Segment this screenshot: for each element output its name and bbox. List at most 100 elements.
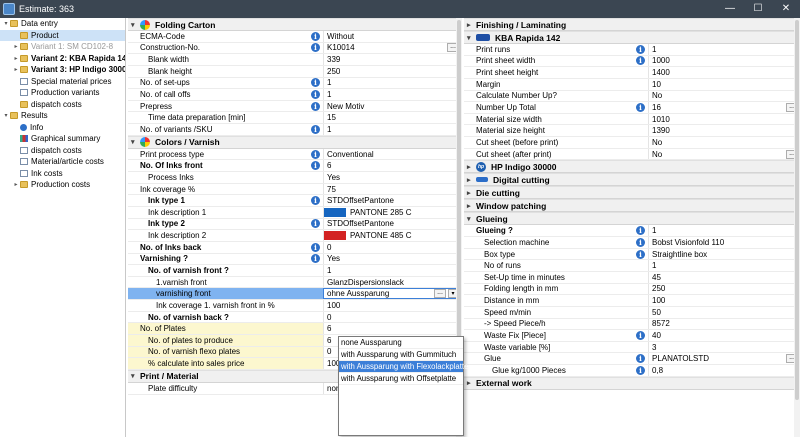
property-row[interactable]: Ink coverage 1. varnish front in % 100 [128, 300, 461, 312]
info-icon[interactable]: i [311, 196, 320, 206]
property-row[interactable]: Folding length in mm 250 [464, 283, 800, 296]
property-value[interactable]: 45 [648, 271, 800, 283]
property-value[interactable]: 1 [648, 44, 800, 55]
property-row[interactable]: varnishing front ohne Aussparung... ▾ [128, 288, 461, 301]
property-row[interactable]: Blank width 339 [128, 54, 461, 66]
property-row[interactable]: Process Inks Yes [128, 172, 461, 184]
property-value[interactable]: Bobst Visionfold 110 [648, 237, 800, 248]
tree-item[interactable]: Special material prices [0, 76, 125, 88]
property-row[interactable]: Selection machine i Bobst Visionfold 110 [464, 237, 800, 249]
property-value[interactable]: No... [648, 148, 800, 160]
property-value[interactable]: 339 [323, 54, 461, 65]
property-value[interactable]: New Motiv [323, 100, 461, 112]
property-row[interactable]: Print sheet width i 1000 [464, 55, 800, 68]
property-value[interactable]: 1390 [648, 125, 800, 137]
property-row[interactable]: No. of varnish back ? 0 [128, 311, 461, 324]
property-value[interactable]: 1 [648, 225, 800, 237]
right-scrollbar[interactable] [794, 18, 800, 437]
expand-toggle-icon[interactable]: ▾ [2, 112, 10, 119]
info-icon[interactable]: i [311, 254, 320, 264]
tree-item[interactable]: Production variants [0, 87, 125, 99]
tree-item[interactable]: ▾ Results [0, 110, 125, 122]
collapse-icon[interactable]: ▾ [467, 34, 476, 42]
varnishing-front-dropdown-list[interactable]: none Aussparung with Aussparung with Gumm… [338, 336, 468, 436]
property-row[interactable]: Time data preparation [min] 15 [128, 112, 461, 125]
property-value[interactable]: 40 [648, 330, 800, 341]
expand-icon[interactable]: ▸ [467, 163, 476, 171]
property-value[interactable]: No [648, 90, 800, 102]
property-value[interactable]: Without [323, 31, 461, 42]
info-icon[interactable]: i [311, 219, 320, 229]
property-value[interactable]: 6 [323, 323, 461, 335]
property-row[interactable]: -> Speed Piece/h 8572 [464, 318, 800, 331]
property-row[interactable]: Box type i Straightline box [464, 248, 800, 261]
property-row[interactable]: 1.varnish front GlanzDispersionslack [128, 276, 461, 289]
property-value[interactable]: 250 [648, 283, 800, 295]
dropdown-option[interactable]: with Aussparung with Flexolackplatte [339, 361, 468, 373]
collapse-icon[interactable]: ▾ [131, 21, 140, 29]
tree-item[interactable]: Ink costs [0, 168, 125, 180]
property-row[interactable]: Cut sheet (before print) No [464, 137, 800, 149]
property-row[interactable]: Waste variable [%] 3 [464, 341, 800, 354]
property-value[interactable]: 100 [323, 300, 461, 311]
info-icon[interactable]: i [636, 56, 645, 66]
property-value[interactable]: Straightline box [648, 248, 800, 260]
section-header[interactable]: ▾ Folding Carton [128, 18, 461, 31]
maximize-button[interactable]: ☐ [744, 0, 772, 18]
tree-item[interactable]: dispatch costs [0, 99, 125, 111]
property-value[interactable]: 1400 [648, 67, 800, 78]
property-row[interactable]: Glueing ? i 1 [464, 225, 800, 238]
property-row[interactable]: Print process type i Conventional [128, 148, 461, 161]
property-value[interactable]: STDOffsetPantone [323, 195, 461, 206]
section-header[interactable]: ▸ Die cutting [464, 186, 800, 200]
expand-icon[interactable]: ▸ [467, 189, 476, 197]
info-icon[interactable]: i [311, 43, 320, 53]
ellipsis-button[interactable]: ... [434, 289, 446, 299]
property-value[interactable]: 3 [648, 341, 800, 353]
property-value[interactable]: 6 [323, 160, 461, 172]
property-value[interactable]: PANTONE 285 C [323, 206, 461, 218]
property-row[interactable]: Construction-No. i K10014... [128, 42, 461, 55]
tree-item[interactable]: Product [0, 29, 125, 41]
info-icon[interactable]: i [311, 149, 320, 159]
property-value[interactable]: Yes [323, 172, 461, 183]
property-row[interactable]: Ink description 1 PANTONE 285 C [128, 206, 461, 219]
property-row[interactable]: Calculate Number Up? No [464, 90, 800, 103]
property-row[interactable]: No. of Inks back i 0 [128, 241, 461, 254]
info-icon[interactable]: i [636, 330, 645, 340]
property-value[interactable]: 100 [648, 295, 800, 306]
tree-item[interactable]: dispatch costs [0, 145, 125, 157]
property-row[interactable]: No. of set-ups i 1 [128, 77, 461, 90]
property-row[interactable]: Distance in mm 100 [464, 295, 800, 307]
property-value[interactable]: 1 [323, 265, 461, 276]
expand-icon[interactable]: ▸ [467, 202, 476, 210]
property-row[interactable]: Set-Up time in minutes 45 [464, 271, 800, 284]
property-row[interactable]: Waste Fix [Piece] i 40 [464, 330, 800, 342]
property-value[interactable]: 1 [648, 260, 800, 271]
dropdown-option[interactable]: with Aussparung with Offsetplatte [339, 373, 463, 385]
property-row[interactable]: Ink type 2 i STDOffsetPantone [128, 218, 461, 231]
property-value[interactable]: 1 [323, 89, 461, 100]
collapse-icon[interactable]: ▾ [131, 138, 140, 146]
property-value[interactable]: 0 [323, 241, 461, 253]
collapse-icon[interactable]: ▾ [131, 372, 140, 380]
property-row[interactable]: No. Of Inks front i 6 [128, 160, 461, 173]
property-row[interactable]: No. of variants /SKU i 1 [128, 124, 461, 136]
info-icon[interactable]: i [311, 124, 320, 134]
section-header[interactable]: ▾ KBA Rapida 142 [464, 31, 800, 44]
property-row[interactable]: Ink description 2 PANTONE 485 C [128, 230, 461, 242]
info-icon[interactable]: i [636, 103, 645, 113]
expand-toggle-icon[interactable]: ▸ [12, 55, 20, 62]
property-row[interactable]: Prepress i New Motiv [128, 100, 461, 113]
property-value[interactable]: 10 [648, 78, 800, 90]
dropdown-option[interactable]: with Aussparung with Gummituch [339, 349, 463, 361]
property-value[interactable]: 75 [323, 183, 461, 195]
expand-toggle-icon[interactable]: ▸ [12, 43, 20, 50]
property-row[interactable]: Ink coverage % 75 [128, 183, 461, 196]
property-row[interactable]: No of runs 1 [464, 260, 800, 272]
property-value[interactable]: Yes [323, 253, 461, 265]
property-value[interactable]: 50 [648, 306, 800, 318]
expand-icon[interactable]: ▸ [467, 379, 476, 387]
info-icon[interactable]: i [636, 226, 645, 236]
tree-item[interactable]: ▾ Data entry [0, 18, 125, 30]
